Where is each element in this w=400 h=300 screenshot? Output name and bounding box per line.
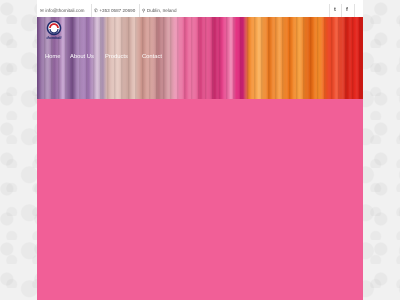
nav-about-us[interactable]: About Us [70, 54, 94, 60]
location-info: ⚲ Dublin, Ireland [142, 7, 177, 14]
map-pin-icon: ⚲ [142, 8, 146, 13]
email-text: info@thomitali.com [45, 8, 85, 13]
phone-text: +353 0587 20690 [99, 8, 136, 13]
facebook-icon[interactable]: f [342, 6, 352, 15]
location-text: Dublin, Ireland [146, 8, 177, 13]
twitter-icon[interactable]: t [330, 6, 340, 15]
nav-contact[interactable]: Contact [142, 54, 162, 60]
main-content-area [37, 99, 363, 300]
divider [354, 4, 355, 18]
logo-emblem-icon [46, 20, 62, 36]
site-logo[interactable]: thomitali [41, 20, 67, 42]
divider [139, 4, 140, 18]
nav-products[interactable]: Products [105, 54, 128, 60]
nav-home[interactable]: Home [45, 54, 60, 60]
divider [91, 4, 92, 18]
page-container: ✉ info@thomitali.com ✆ +353 0587 20690 ⚲ Du… [37, 0, 363, 300]
logo-text: thomitali [46, 35, 62, 40]
envelope-icon: ✉ [40, 8, 44, 13]
email-link[interactable]: ✉ info@thomitali.com [40, 7, 85, 14]
phone-link[interactable]: ✆ +353 0587 20690 [94, 7, 135, 14]
phone-icon: ✆ [94, 8, 98, 13]
